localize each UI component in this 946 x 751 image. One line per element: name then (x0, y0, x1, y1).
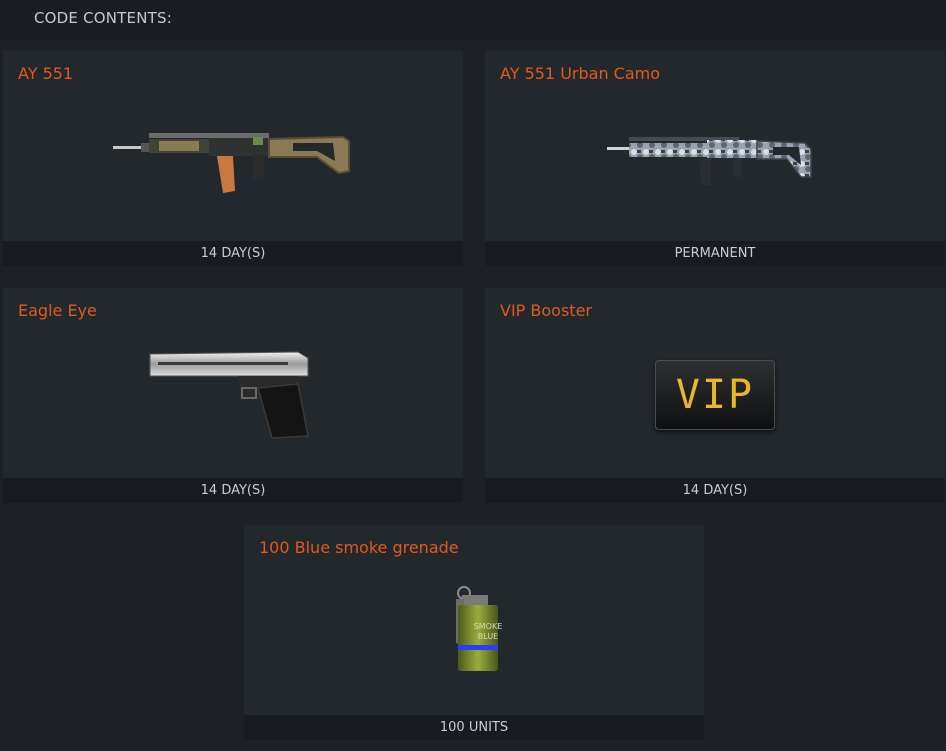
header-bar: CODE CONTENTS: (0, 0, 946, 40)
item-name: Eagle Eye (18, 301, 97, 320)
vip-badge-icon: VIP (655, 360, 775, 430)
grenade-label-line-2: BLUE (478, 632, 498, 641)
item-name: VIP Booster (500, 301, 592, 320)
vip-badge-text: VIP (655, 360, 775, 430)
item-name: AY 551 (18, 64, 74, 83)
item-card-ay-551-urban-camo[interactable]: AY 551 Urban Camo PERMANENT (485, 51, 945, 266)
smoke-grenade-icon: SMOKE BLUE (440, 585, 510, 684)
pistol-icon (148, 348, 318, 447)
item-duration: 14 DAY(S) (3, 241, 463, 266)
item-card-ay-551[interactable]: AY 551 14 DAY(S) (3, 51, 463, 266)
header-title: CODE CONTENTS: (34, 9, 172, 27)
item-duration: 14 DAY(S) (485, 478, 945, 503)
item-duration: 14 DAY(S) (3, 478, 463, 503)
grenade-label-line-1: SMOKE (474, 622, 503, 631)
item-name: 100 Blue smoke grenade (259, 538, 459, 557)
item-card-blue-smoke-grenade[interactable]: 100 Blue smoke grenade SMOKE BLUE 100 UN… (244, 525, 704, 740)
assault-rifle-icon (113, 121, 353, 205)
code-contents-page: CODE CONTENTS: AY 551 14 DAY(S) AY 551 U… (0, 0, 946, 751)
item-card-vip-booster[interactable]: VIP Booster VIP 14 DAY(S) (485, 288, 945, 503)
item-card-eagle-eye[interactable]: Eagle Eye 14 DAY(S) (3, 288, 463, 503)
item-name: AY 551 Urban Camo (500, 64, 661, 83)
assault-rifle-urban-camo-icon (607, 125, 827, 199)
item-duration: 100 UNITS (244, 715, 704, 740)
item-duration: PERMANENT (485, 241, 945, 266)
